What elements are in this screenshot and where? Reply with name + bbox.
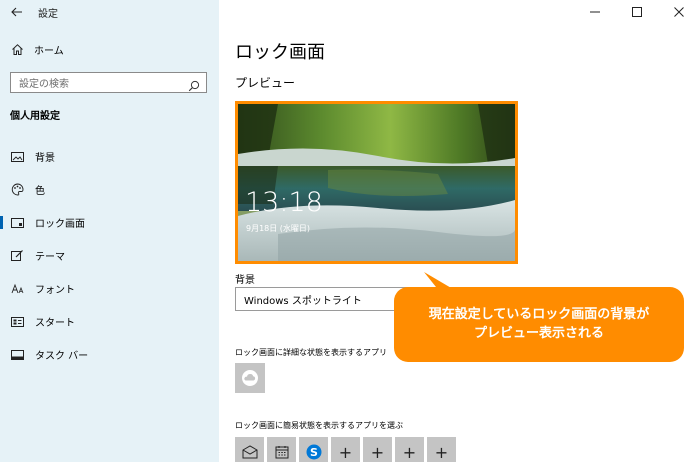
maximize-icon [632, 7, 642, 17]
section-title: 個人用設定 [10, 111, 60, 122]
sidebar-item-fonts[interactable]: フォント [0, 272, 219, 305]
annotation-callout: 現在設定しているロック画面の背景が プレビュー表示される [394, 287, 684, 362]
sidebar-item-color[interactable]: 色 [0, 173, 219, 206]
page-title: ロック画面 [235, 42, 325, 63]
lock-screen-icon [10, 216, 24, 230]
image-icon [10, 150, 24, 164]
sidebar: 設定 ホーム 設定の検索 個人用設定 背景 色 ロック画面 テーマ フォント ス… [0, 0, 219, 462]
title-bar: 設定 [0, 0, 219, 24]
sidebar-item-label: ロック画面 [35, 219, 85, 230]
preview-time: 13:18 [245, 187, 323, 218]
maximize-button[interactable] [616, 0, 658, 24]
sidebar-item-taskbar[interactable]: タスク バー [0, 338, 219, 371]
window-controls [574, 0, 700, 24]
search-placeholder: 設定の検索 [19, 79, 69, 90]
minimize-button[interactable] [574, 0, 616, 24]
callout-text: 現在設定しているロック画面の背景が プレビュー表示される [394, 305, 684, 343]
sidebar-item-label: テーマ [35, 252, 65, 263]
skype-icon: S [306, 444, 321, 460]
sidebar-item-background[interactable]: 背景 [0, 140, 219, 173]
quick-app-add-button[interactable]: + [331, 437, 360, 462]
back-button[interactable] [0, 0, 34, 24]
lock-screen-preview: 13:18 9月18日 (水曜日) [235, 101, 518, 264]
taskbar-icon [10, 348, 24, 362]
svg-text:S: S [310, 446, 318, 459]
quick-app-add-button[interactable]: + [363, 437, 392, 462]
quick-app-add-button[interactable]: + [395, 437, 424, 462]
quick-app-add-button[interactable]: + [427, 437, 456, 462]
callout-pointer [424, 272, 458, 292]
detail-app-label: ロック画面に詳細な状態を表示するアプリ [235, 348, 387, 357]
start-icon [10, 315, 24, 329]
mail-icon [242, 445, 257, 459]
preview-date: 9月18日 (水曜日) [246, 224, 311, 233]
preview-label: プレビュー [235, 76, 296, 90]
sidebar-item-theme[interactable]: テーマ [0, 239, 219, 272]
app-title: 設定 [38, 8, 58, 20]
sidebar-item-lock-screen[interactable]: ロック画面 [0, 206, 219, 239]
quick-apps-label: ロック画面に簡易状態を表示するアプリを選ぶ [235, 421, 403, 430]
background-label: 背景 [235, 275, 255, 286]
sidebar-item-label: 色 [35, 186, 45, 197]
detail-app-weather-button[interactable] [235, 363, 265, 393]
sidebar-item-label: 背景 [35, 153, 55, 164]
sidebar-home[interactable]: ホーム [10, 40, 64, 58]
minimize-icon [590, 11, 600, 13]
back-arrow-icon [11, 7, 22, 17]
palette-icon [10, 183, 24, 197]
settings-search-input[interactable]: 設定の検索 [10, 72, 207, 93]
sidebar-home-label: ホーム [34, 45, 64, 57]
close-icon [674, 7, 684, 17]
quick-app-mail-button[interactable] [235, 437, 264, 462]
font-icon [10, 282, 24, 296]
preview-landscape-image [238, 104, 515, 261]
sidebar-nav: 背景 色 ロック画面 テーマ フォント スタート タスク バー [0, 140, 219, 371]
search-icon[interactable] [188, 77, 200, 91]
quick-app-calendar-button[interactable] [267, 437, 296, 462]
sidebar-item-label: タスク バー [35, 351, 89, 362]
theme-brush-icon [10, 249, 24, 263]
quick-apps-row: S + + + + [235, 437, 459, 462]
sidebar-item-label: フォント [35, 285, 75, 296]
sidebar-item-label: スタート [35, 318, 75, 329]
callout-line-2: プレビュー表示される [473, 326, 604, 341]
weather-cloud-icon [242, 370, 258, 386]
background-dropdown-value: Windows スポットライト [244, 295, 362, 307]
sidebar-item-start[interactable]: スタート [0, 305, 219, 338]
quick-app-skype-button[interactable]: S [299, 437, 328, 462]
background-dropdown[interactable]: Windows スポットライト [235, 287, 420, 311]
home-icon [10, 42, 24, 56]
callout-line-1: 現在設定しているロック画面の背景が [428, 307, 650, 322]
close-button[interactable] [658, 0, 700, 24]
calendar-icon [275, 446, 288, 459]
